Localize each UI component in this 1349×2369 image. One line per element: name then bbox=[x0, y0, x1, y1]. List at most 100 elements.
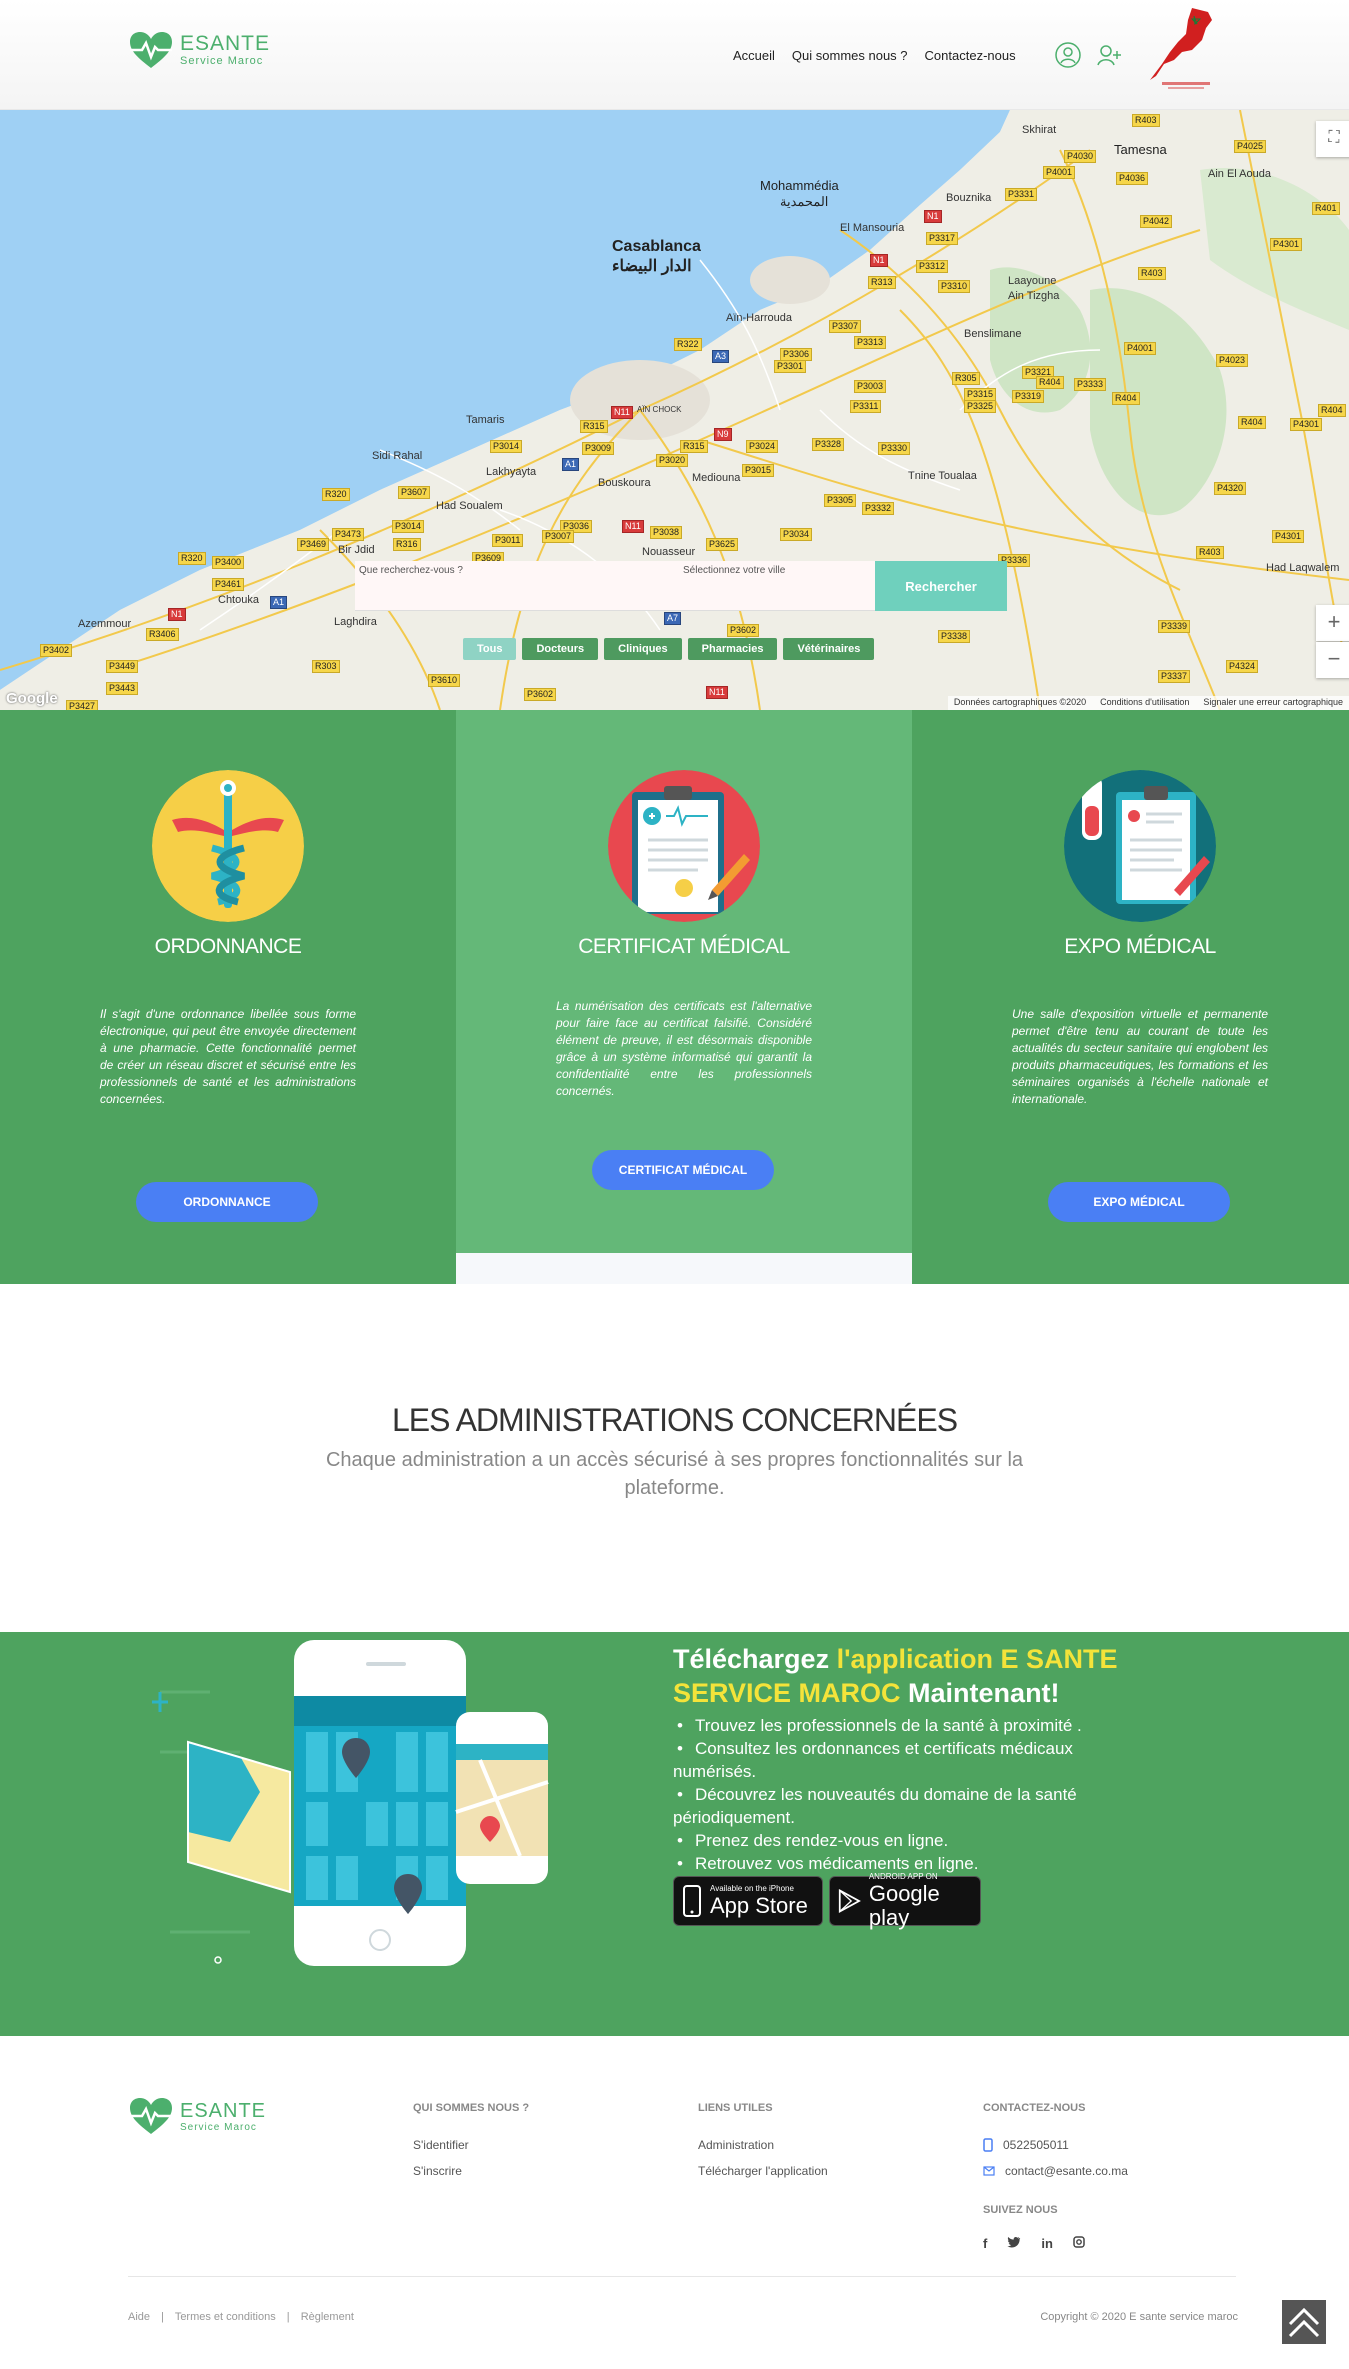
search-button[interactable]: Rechercher bbox=[875, 561, 1007, 611]
feature-ordonnance: ORDONNANCE Il s'agit d'une ordonnance li… bbox=[0, 710, 456, 1284]
filter-veterinaires[interactable]: Vétérinaires bbox=[783, 638, 875, 660]
footer-logo-subtitle: Service Maroc bbox=[180, 2121, 257, 2133]
road-shield: P3469 bbox=[297, 538, 330, 551]
road-shield: R322 bbox=[674, 338, 702, 351]
footer-link-administration[interactable]: Administration bbox=[698, 2138, 828, 2152]
nav-qui-sommes-nous[interactable]: Qui sommes nous ? bbox=[792, 48, 908, 63]
road-shield: P3402 bbox=[40, 644, 73, 657]
feature-title-certificat: CERTIFICAT MÉDICAL bbox=[578, 935, 790, 958]
feature-text-certificat: La numérisation des certificats est l'al… bbox=[556, 999, 812, 1098]
map-label-sidi-rahal: Sidi Rahal bbox=[372, 450, 423, 462]
google-play-big: Google play bbox=[868, 1881, 940, 1930]
road-shield: P3328 bbox=[812, 438, 845, 451]
map-label-laghdira: Laghdira bbox=[334, 616, 377, 628]
road-shield: P3317 bbox=[926, 232, 959, 245]
logo-subtitle: Service Maroc bbox=[180, 55, 264, 67]
contact-phone[interactable]: 0522505011 bbox=[983, 2138, 1128, 2152]
road-shield: P4320 bbox=[1214, 482, 1247, 495]
map-label-nouasseur: Nouasseur bbox=[642, 546, 696, 558]
clipboard-test-tube-icon bbox=[1064, 770, 1216, 922]
contact-email[interactable]: contact@esante.co.ma bbox=[983, 2164, 1128, 2178]
footer-link-aide[interactable]: Aide bbox=[128, 2311, 150, 2323]
separator: | bbox=[286, 2311, 290, 2323]
footer-link-reglement[interactable]: Règlement bbox=[301, 2311, 354, 2323]
road-shield: R404 bbox=[1318, 404, 1346, 417]
road-shield: R3406 bbox=[146, 628, 179, 641]
zoom-out-button[interactable]: − bbox=[1316, 642, 1349, 678]
scroll-to-top-button[interactable] bbox=[1280, 2298, 1328, 2346]
filter-cliniques[interactable]: Cliniques bbox=[604, 638, 682, 660]
contact-phone-number: 0522505011 bbox=[1003, 2138, 1069, 2152]
user-icon[interactable] bbox=[1055, 42, 1081, 68]
map-label-bir-jdid: Bir Jdid bbox=[338, 544, 375, 556]
map-label-bouskoura: Bouskoura bbox=[598, 477, 651, 489]
road-shield: P3313 bbox=[854, 336, 887, 349]
footer-link-telecharger[interactable]: Télécharger l'application bbox=[698, 2164, 828, 2178]
nav-contactez-nous[interactable]: Contactez-nous bbox=[925, 48, 1016, 63]
site-logo[interactable]: ESANTE Service Maroc bbox=[128, 30, 270, 70]
map-terms-link[interactable]: Conditions d'utilisation bbox=[1100, 697, 1189, 709]
expo-medical-button[interactable]: EXPO MÉDICAL bbox=[1048, 1182, 1230, 1222]
road-shield: R404 bbox=[1036, 376, 1064, 389]
fullscreen-icon[interactable]: ⛶ bbox=[1316, 121, 1349, 157]
road-shield: R316 bbox=[393, 538, 421, 551]
road-shield: P3461 bbox=[212, 578, 245, 591]
road-shield: P4030 bbox=[1064, 150, 1097, 163]
road-shield: R403 bbox=[1138, 267, 1166, 280]
feature-text-expo: Une salle d'exposition virtuelle et perm… bbox=[1012, 1007, 1268, 1106]
features-section: ORDONNANCE Il s'agit d'une ordonnance li… bbox=[0, 710, 1349, 1284]
road-shield: P4301 bbox=[1272, 530, 1305, 543]
nav-accueil[interactable]: Accueil bbox=[733, 48, 775, 63]
facebook-icon[interactable]: f bbox=[983, 2236, 987, 2251]
footer-link-sidentifier[interactable]: S'identifier bbox=[413, 2138, 529, 2152]
road-shield: A7 bbox=[664, 612, 682, 625]
ordonnance-button[interactable]: ORDONNANCE bbox=[136, 1182, 318, 1222]
map-label-skhirat: Skhirat bbox=[1022, 124, 1057, 136]
twitter-icon[interactable] bbox=[1007, 2236, 1021, 2248]
social-title: SUIVEZ NOUS bbox=[983, 2204, 1058, 2216]
road-shield: N11 bbox=[706, 686, 728, 699]
medical-certificate-icon bbox=[608, 770, 760, 922]
contact-email-address: contact@esante.co.ma bbox=[1005, 2164, 1128, 2178]
add-user-icon[interactable] bbox=[1096, 42, 1122, 68]
copyright: Copyright © 2020 E sante service maroc bbox=[1040, 2311, 1238, 2323]
footer-col-title: QUI SOMMES NOUS ? bbox=[413, 2102, 530, 2114]
google-play-badge[interactable]: ANDROID APP ON Google play bbox=[829, 1872, 981, 1930]
footer-bottom-links: Aide | Termes et conditions | Règlement bbox=[128, 2311, 354, 2323]
map-label-casablanca: Casablanca bbox=[612, 238, 701, 255]
map-label-azemmour: Azemmour bbox=[78, 618, 132, 630]
linkedin-icon[interactable]: in bbox=[1041, 2236, 1053, 2251]
road-shield: P3602 bbox=[524, 688, 557, 701]
map-section[interactable]: Casablanca الدار البيضاء Mohammédia المح… bbox=[0, 110, 1349, 710]
road-shield: P3015 bbox=[742, 464, 775, 477]
certificat-medical-button[interactable]: CERTIFICAT MÉDICAL bbox=[592, 1150, 774, 1190]
search-input[interactable] bbox=[355, 561, 875, 610]
app-features-list: Trouvez les professionnels de la santé à… bbox=[673, 1714, 1153, 1875]
footer-logo[interactable]: ESANTE Service Maroc bbox=[128, 2096, 266, 2136]
footer-link-sinscrire[interactable]: S'inscrire bbox=[413, 2164, 529, 2178]
map-data-credit: Données cartographiques ©2020 bbox=[953, 697, 1087, 707]
road-shield: P3449 bbox=[106, 660, 139, 673]
filter-pharmacies[interactable]: Pharmacies bbox=[687, 638, 778, 660]
google-logo[interactable]: Google bbox=[6, 690, 58, 707]
social-links: f in bbox=[983, 2236, 1128, 2251]
map-report-link[interactable]: Signaler une erreur cartographique bbox=[1203, 697, 1343, 709]
app-store-badge[interactable]: Available on the iPhone App Store bbox=[673, 1876, 823, 1926]
map-label-lakhyayta: Lakhyayta bbox=[486, 466, 537, 478]
map-label-ain-tizgha: Ain Tizgha bbox=[1008, 290, 1060, 302]
filter-docteurs[interactable]: Docteurs bbox=[522, 638, 599, 660]
footer-link-termes[interactable]: Termes et conditions bbox=[175, 2311, 276, 2323]
city-select[interactable]: Sélectionnez votre ville bbox=[683, 565, 785, 576]
map-label-el-mansouria: El Mansouria bbox=[840, 222, 905, 234]
road-shield: P3014 bbox=[490, 440, 523, 453]
instagram-icon[interactable] bbox=[1073, 2236, 1085, 2248]
filter-tous[interactable]: Tous bbox=[463, 638, 517, 660]
road-shield: P3331 bbox=[1005, 188, 1038, 201]
iphone-icon bbox=[683, 1885, 701, 1917]
road-shield: R305 bbox=[952, 372, 980, 385]
road-shield: P3333 bbox=[1074, 378, 1107, 391]
road-shield: P3337 bbox=[1158, 670, 1191, 683]
zoom-in-button[interactable]: + bbox=[1316, 605, 1349, 641]
map-label-mohammedia: Mohammédia bbox=[760, 178, 839, 193]
road-shield: P3319 bbox=[1012, 390, 1045, 403]
